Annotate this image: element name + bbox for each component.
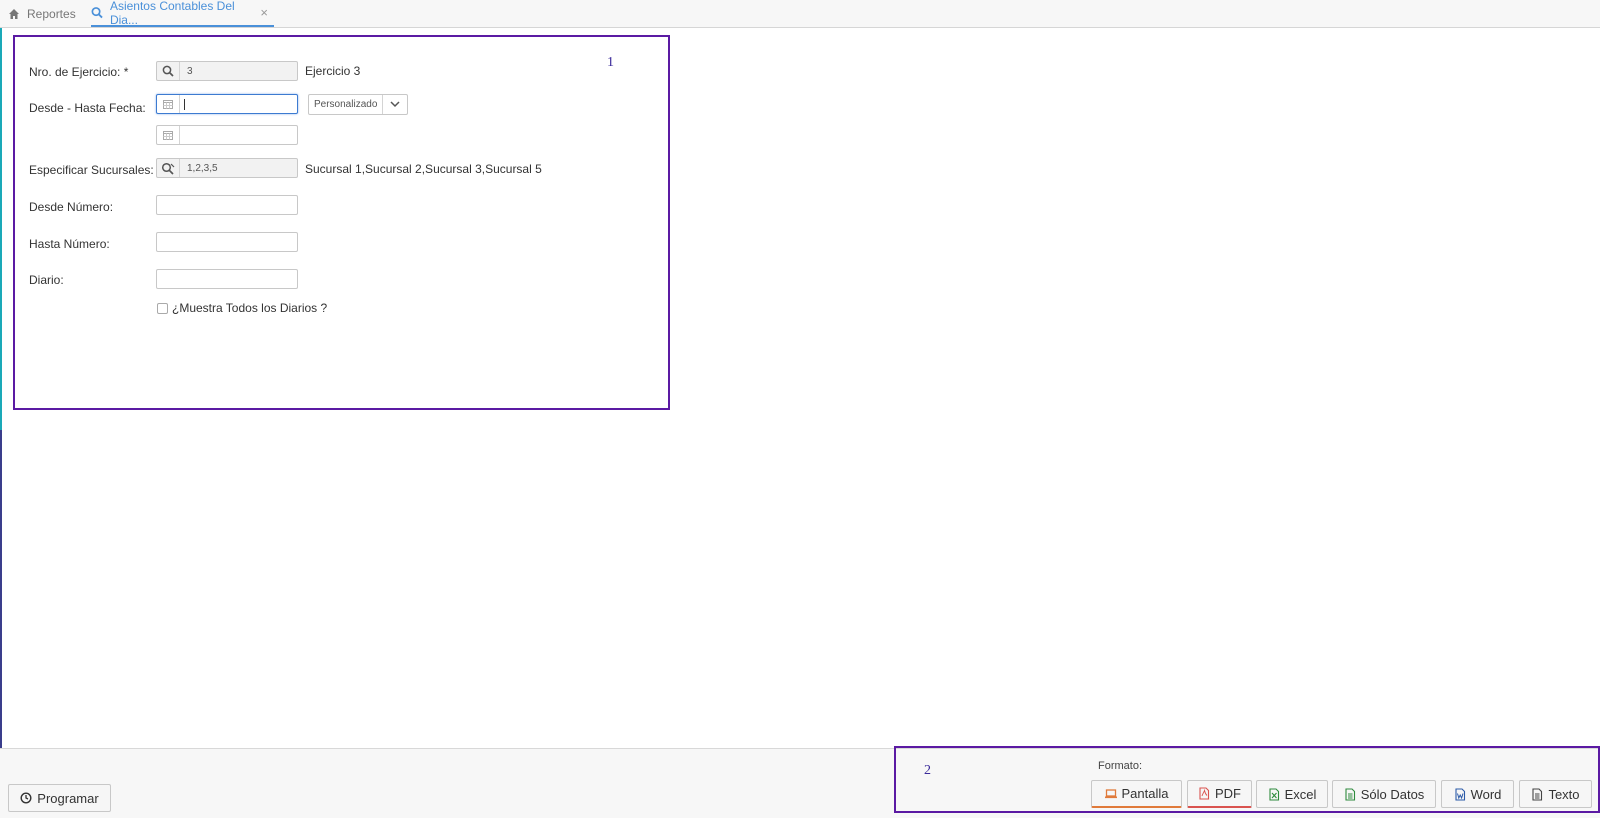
pdf-file-icon <box>1199 787 1210 800</box>
sucursales-value: 1,2,3,5 <box>187 162 218 174</box>
tab-reportes-label: Reportes <box>27 6 76 21</box>
tab-asientos-label: Asientos Contables Del Dia... <box>109 0 235 27</box>
programar-button[interactable]: Programar <box>8 784 111 812</box>
ejercicio-field[interactable]: 3 <box>156 61 298 81</box>
excel-file-icon <box>1269 787 1279 801</box>
fecha-preset-select[interactable]: Personalizado <box>308 94 408 115</box>
close-tab-icon[interactable]: × <box>260 5 268 20</box>
clock-icon <box>20 792 32 804</box>
todos-diarios-checkbox[interactable] <box>157 303 168 314</box>
pantalla-label: Pantalla <box>1121 786 1169 801</box>
sucursales-label: Especificar Sucursales: <box>29 163 154 177</box>
ejercicio-description: Ejercicio 3 <box>305 64 361 78</box>
todos-diarios-label: ¿Muestra Todos los Diarios ? <box>172 301 328 315</box>
pantalla-button[interactable]: Pantalla <box>1091 780 1182 808</box>
tab-asientos-contables[interactable]: Asientos Contables Del Dia... × <box>91 0 274 27</box>
ejercicio-value: 3 <box>187 65 193 77</box>
chevron-down-icon <box>382 95 407 114</box>
excel-button[interactable]: Excel <box>1256 780 1328 808</box>
ejercicio-label: Nro. de Ejercicio: * <box>29 65 129 79</box>
fecha-hasta-calendar-button[interactable] <box>157 126 180 144</box>
excel-label: Excel <box>1284 786 1317 802</box>
calendar-icon <box>163 100 173 109</box>
texto-button[interactable]: Texto <box>1519 780 1592 808</box>
pdf-button[interactable]: PDF <box>1187 780 1252 808</box>
word-label: Word <box>1470 786 1502 802</box>
hasta-numero-label: Hasta Número: <box>29 237 110 251</box>
fecha-label: Desde - Hasta Fecha: <box>29 101 146 115</box>
sucursales-description: Sucursal 1,Sucursal 2,Sucursal 3,Sucursa… <box>305 162 542 176</box>
formato-label: Formato: <box>1098 760 1143 772</box>
texto-label: Texto <box>1548 786 1580 802</box>
tab-bar: Reportes Asientos Contables Del Dia... × <box>0 0 1600 28</box>
solo-datos-label: Sólo Datos <box>1360 786 1425 802</box>
fecha-preset-value: Personalizado <box>314 99 378 110</box>
pdf-label: PDF <box>1215 786 1241 801</box>
annotation-number-2: 2 <box>924 763 931 778</box>
fecha-hasta-input[interactable] <box>156 125 298 145</box>
word-button[interactable]: Word <box>1441 780 1514 808</box>
text-cursor <box>184 99 185 110</box>
sucursales-field[interactable]: 1,2,3,5 <box>156 158 298 178</box>
fecha-desde-input[interactable] <box>156 94 298 114</box>
laptop-icon <box>1104 789 1117 799</box>
tab-reportes[interactable]: Reportes <box>8 0 76 27</box>
home-icon <box>9 8 19 19</box>
ejercicio-search-button[interactable] <box>157 62 180 80</box>
multi-search-icon <box>161 162 175 175</box>
text-file-icon <box>1532 787 1543 801</box>
annotation-box-1 <box>13 35 670 410</box>
hasta-numero-input[interactable] <box>156 232 298 252</box>
search-icon <box>91 7 103 19</box>
diario-input[interactable] <box>156 269 298 289</box>
diario-label: Diario: <box>29 273 64 287</box>
desde-numero-label: Desde Número: <box>29 200 114 214</box>
word-file-icon <box>1455 787 1465 801</box>
annotation-number-1: 1 <box>607 55 614 70</box>
programar-label: Programar <box>37 790 99 806</box>
solo-datos-button[interactable]: Sólo Datos <box>1332 780 1436 808</box>
search-icon <box>162 65 174 77</box>
desde-numero-input[interactable] <box>156 195 298 215</box>
data-file-icon <box>1345 787 1355 801</box>
calendar-icon <box>163 131 173 140</box>
fecha-desde-calendar-button[interactable] <box>157 95 180 113</box>
sucursales-search-button[interactable] <box>157 159 180 177</box>
